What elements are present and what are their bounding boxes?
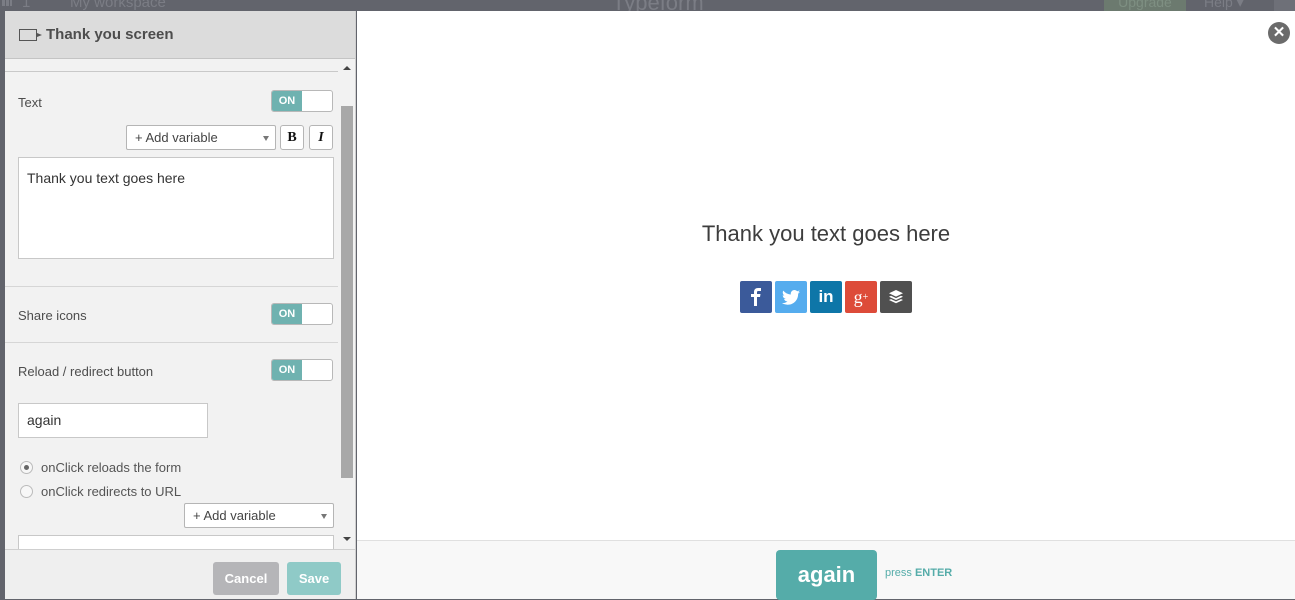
close-icon[interactable]: ✕	[1268, 22, 1290, 44]
divider	[5, 71, 338, 72]
save-button[interactable]: Save	[287, 562, 341, 595]
top-navigation-bar: 1 My workspace Typeform Upgrade Help ▾	[0, 0, 1295, 11]
toggle-on-label: ON	[272, 91, 302, 111]
text-toggle[interactable]: ON	[271, 90, 333, 112]
upgrade-button[interactable]: Upgrade	[1104, 0, 1186, 11]
share-icons-toggle[interactable]: ON	[271, 303, 333, 325]
press-enter-hint: press ENTER	[885, 567, 952, 579]
scroll-down-arrow-icon[interactable]	[343, 537, 351, 541]
scrollbar-thumb[interactable]	[341, 106, 353, 478]
buffer-icon[interactable]	[880, 281, 912, 313]
cancel-button[interactable]: Cancel	[213, 562, 279, 595]
press-label: press	[885, 567, 912, 579]
radio-label: onClick redirects to URL	[41, 484, 182, 499]
radio-button[interactable]	[20, 485, 33, 498]
bold-button[interactable]: B	[280, 125, 304, 150]
twitter-icon[interactable]	[775, 281, 807, 313]
button-text-input[interactable]: again	[18, 403, 208, 438]
toggle-on-label: ON	[272, 360, 302, 380]
avatar[interactable]	[1274, 0, 1295, 11]
add-variable-dropdown[interactable]: + Add variable	[126, 125, 276, 150]
panel-title: Thank you screen	[46, 26, 174, 43]
google-plus-icon[interactable]: g +	[845, 281, 877, 313]
scroll-up-arrow-icon[interactable]	[343, 66, 351, 70]
text-section-label: Text	[18, 95, 42, 110]
workspace-breadcrumb[interactable]: My workspace	[70, 0, 166, 11]
chevron-down-icon	[263, 136, 269, 141]
thank-you-text: Thank you text goes here	[701, 221, 951, 246]
divider	[5, 286, 338, 287]
add-variable-label: + Add variable	[193, 508, 276, 523]
thank-you-settings-panel: Thank you screen Text ON + Add variable …	[5, 11, 356, 599]
again-button[interactable]: again	[776, 550, 877, 600]
redirect-url-input[interactable]	[18, 535, 334, 549]
facebook-icon[interactable]	[740, 281, 772, 313]
thank-you-text-input[interactable]: Thank you text goes here	[18, 157, 334, 259]
reload-redirect-toggle[interactable]: ON	[271, 359, 333, 381]
toggle-on-label: ON	[272, 304, 302, 324]
brand-logo: Typeform	[612, 0, 704, 11]
panel-scroll-area: Text ON + Add variable B I Thank you tex…	[5, 60, 355, 549]
enter-label: ENTER	[914, 567, 953, 579]
divider	[5, 342, 338, 343]
help-menu[interactable]: Help ▾	[1204, 0, 1244, 11]
panel-header: Thank you screen	[5, 11, 355, 59]
add-variable-label: + Add variable	[135, 130, 218, 145]
linkedin-icon[interactable]: in	[810, 281, 842, 313]
share-icons: in g +	[740, 281, 912, 313]
share-icons-label: Share icons	[18, 308, 87, 323]
exit-screen-icon	[19, 28, 42, 41]
radio-redirect-url[interactable]: onClick redirects to URL	[20, 484, 181, 499]
url-add-variable-dropdown[interactable]: + Add variable	[184, 503, 334, 528]
radio-label: onClick reloads the form	[41, 460, 182, 475]
italic-button[interactable]: I	[309, 125, 333, 150]
apps-grid-icon[interactable]	[2, 0, 12, 6]
reload-redirect-label: Reload / redirect button	[18, 364, 154, 379]
radio-reload-form[interactable]: onClick reloads the form	[20, 460, 181, 475]
preview-footer: again press ENTER	[357, 540, 1295, 600]
thank-you-preview: ✕ Thank you text goes here in g + again p…	[357, 11, 1295, 600]
radio-button-checked[interactable]	[20, 461, 33, 474]
workspace-count: 1	[22, 0, 31, 11]
panel-footer: Cancel Save	[5, 549, 355, 599]
chevron-down-icon	[321, 514, 327, 519]
